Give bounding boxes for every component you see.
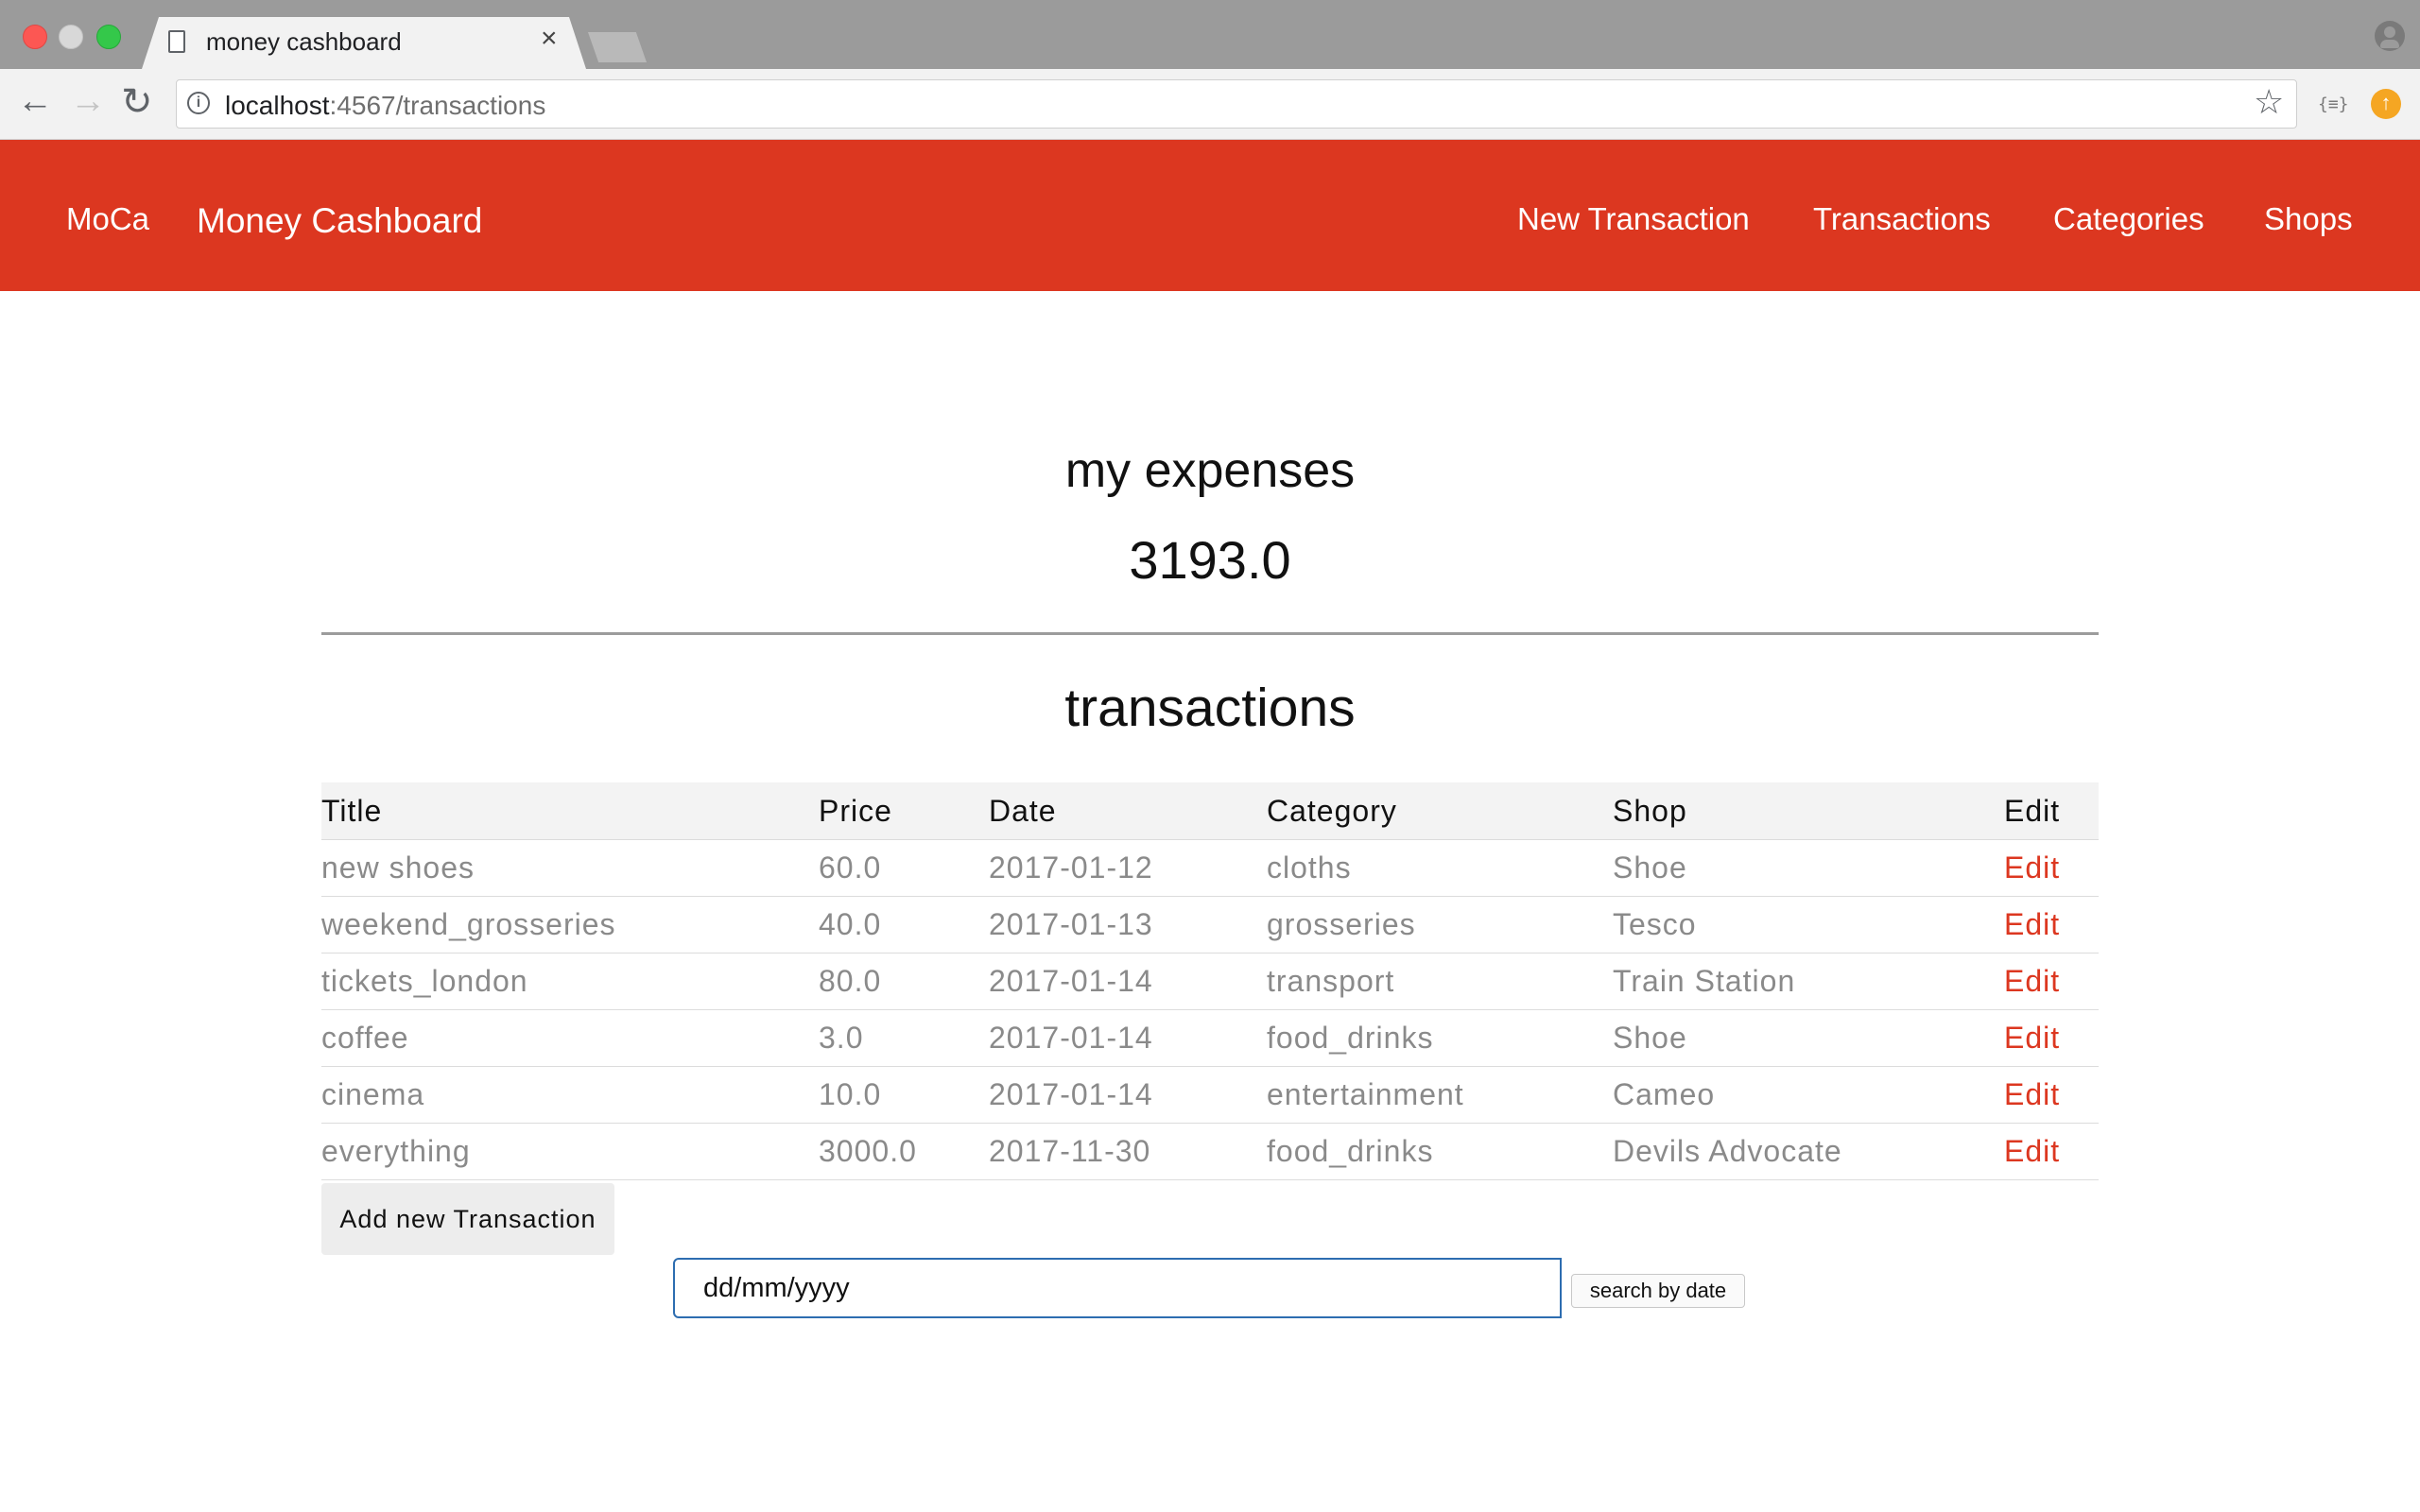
add-transaction-button[interactable]: Add new Transaction <box>321 1183 614 1255</box>
cell-shop: Shoe <box>1613 1009 2004 1067</box>
url-path: :4567/transactions <box>329 91 546 120</box>
cell-shop: Cameo <box>1613 1066 2004 1124</box>
cell-title: new shoes <box>321 839 819 897</box>
transactions-heading: transactions <box>1064 678 1356 738</box>
edit-link[interactable]: Edit <box>2004 964 2060 998</box>
cell-category: grosseries <box>1267 896 1613 954</box>
cell-shop: Tesco <box>1613 896 2004 954</box>
close-icon[interactable]: × <box>541 25 558 53</box>
table-row: coffee 3.0 2017-01-14 food_drinks Shoe E… <box>321 1009 2099 1067</box>
divider <box>321 632 2099 635</box>
search-by-date-button[interactable]: search by date <box>1571 1274 1745 1308</box>
maximize-window-button[interactable] <box>96 25 121 49</box>
cell-edit: Edit <box>2004 896 2099 954</box>
url-text[interactable]: localhost:4567/transactions <box>225 91 545 121</box>
edit-link[interactable]: Edit <box>2004 850 2060 885</box>
update-icon[interactable]: ↑ <box>2371 89 2401 119</box>
cell-date: 2017-01-14 <box>989 1009 1267 1067</box>
cell-category: entertainment <box>1267 1066 1613 1124</box>
url-host: localhost <box>225 91 330 120</box>
cell-title: coffee <box>321 1009 819 1067</box>
star-icon[interactable]: ☆ <box>2254 85 2284 119</box>
cell-title: tickets_london <box>321 953 819 1010</box>
cell-category: transport <box>1267 953 1613 1010</box>
nav-categories[interactable]: Categories <box>2053 201 2204 237</box>
cell-edit: Edit <box>2004 839 2099 897</box>
cell-price: 3000.0 <box>819 1123 989 1180</box>
cell-date: 2017-01-14 <box>989 953 1267 1010</box>
cell-price: 80.0 <box>819 953 989 1010</box>
date-search-input[interactable] <box>673 1258 1562 1318</box>
cell-price: 60.0 <box>819 839 989 897</box>
column-header-date: Date <box>989 782 1267 840</box>
cell-shop: Shoe <box>1613 839 2004 897</box>
table-header-row: Title Price Date Category Shop Edit <box>321 782 2099 840</box>
cell-edit: Edit <box>2004 1066 2099 1124</box>
cell-shop: Devils Advocate <box>1613 1123 2004 1180</box>
forward-icon[interactable]: → <box>70 83 106 119</box>
cell-price: 3.0 <box>819 1009 989 1067</box>
cell-shop: Train Station <box>1613 953 2004 1010</box>
main-nav: New Transaction Transactions Categories … <box>0 201 2420 239</box>
nav-shops[interactable]: Shops <box>2264 201 2353 237</box>
column-header-price: Price <box>819 782 989 840</box>
cell-date: 2017-01-14 <box>989 1066 1267 1124</box>
column-header-edit: Edit <box>2004 782 2099 840</box>
nav-transactions[interactable]: Transactions <box>1813 201 1991 237</box>
cell-title: everything <box>321 1123 819 1180</box>
table-row: everything 3000.0 2017-11-30 food_drinks… <box>321 1123 2099 1180</box>
profile-icon[interactable] <box>2375 21 2405 51</box>
cell-date: 2017-11-30 <box>989 1123 1267 1180</box>
column-header-shop: Shop <box>1613 782 2004 840</box>
close-window-button[interactable] <box>23 25 47 49</box>
cell-edit: Edit <box>2004 1009 2099 1067</box>
cell-price: 40.0 <box>819 896 989 954</box>
table-row: new shoes 60.0 2017-01-12 cloths Shoe Ed… <box>321 839 2099 897</box>
edit-link[interactable]: Edit <box>2004 1077 2060 1111</box>
cell-title: cinema <box>321 1066 819 1124</box>
nav-new-transaction[interactable]: New Transaction <box>1517 201 1750 237</box>
cell-price: 10.0 <box>819 1066 989 1124</box>
cell-category: cloths <box>1267 839 1613 897</box>
doc-icon <box>168 30 185 53</box>
expenses-total: 3193.0 <box>1129 530 1291 590</box>
extension-icon[interactable]: {≡} <box>2318 94 2349 114</box>
cell-title: weekend_grosseries <box>321 896 819 954</box>
new-tab-button[interactable] <box>588 32 647 62</box>
cell-date: 2017-01-12 <box>989 839 1267 897</box>
edit-link[interactable]: Edit <box>2004 907 2060 941</box>
minimize-window-button[interactable] <box>59 25 83 49</box>
cell-date: 2017-01-13 <box>989 896 1267 954</box>
cell-edit: Edit <box>2004 1123 2099 1180</box>
table-row: cinema 10.0 2017-01-14 entertainment Cam… <box>321 1066 2099 1124</box>
browser-titlebar: money cashboard × <box>0 0 2420 69</box>
edit-link[interactable]: Edit <box>2004 1021 2060 1055</box>
cell-category: food_drinks <box>1267 1123 1613 1180</box>
table-row: weekend_grosseries 40.0 2017-01-13 gross… <box>321 896 2099 954</box>
info-icon[interactable]: i <box>187 92 210 114</box>
column-header-category: Category <box>1267 782 1613 840</box>
column-header-title: Title <box>321 782 819 840</box>
back-icon[interactable]: ← <box>17 83 53 119</box>
transactions-table: Title Price Date Category Shop Edit new … <box>321 782 2099 1180</box>
expenses-heading: my expenses <box>1064 443 1356 498</box>
table-row: tickets_london 80.0 2017-01-14 transport… <box>321 953 2099 1010</box>
edit-link[interactable]: Edit <box>2004 1134 2060 1168</box>
cell-edit: Edit <box>2004 953 2099 1010</box>
reload-icon[interactable]: ↻ <box>121 83 153 121</box>
tab-title: money cashboard <box>206 27 402 56</box>
cell-category: food_drinks <box>1267 1009 1613 1067</box>
